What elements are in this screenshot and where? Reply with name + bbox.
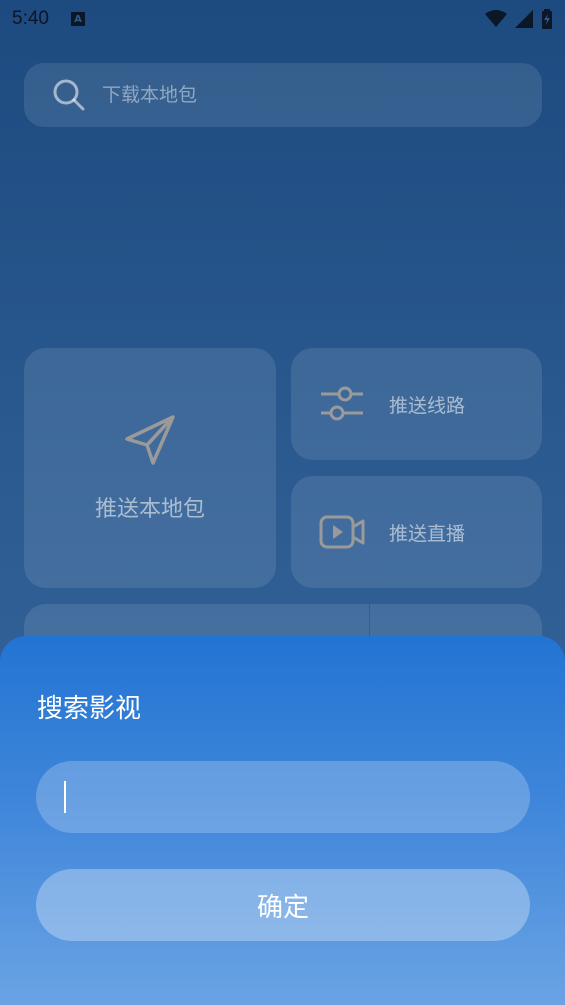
search-bar[interactable] [24,63,542,127]
status-bar: 5:40 A [0,0,565,38]
search-movie-input[interactable] [36,761,530,833]
push-live-label: 推送直播 [389,522,466,545]
push-local-package-label: 推送本地包 [94,497,205,522]
send-icon [125,415,175,465]
push-route-tile[interactable]: 推送线路 [291,348,542,460]
status-time: 5:40 [12,8,49,29]
dialog-title: 搜索影视 [37,694,142,724]
push-route-label: 推送线路 [389,394,466,417]
signal-icon [515,10,533,28]
sliders-icon [321,386,363,421]
wifi-icon [485,10,507,27]
video-camera-icon [319,515,365,549]
search-input[interactable] [102,84,482,106]
text-cursor [64,781,66,813]
push-local-package-tile[interactable]: 推送本地包 [24,348,276,588]
confirm-button[interactable]: 确定 [36,869,530,941]
notification-icon: A [70,12,85,26]
push-live-tile[interactable]: 推送直播 [291,476,542,588]
search-dialog-sheet: 搜索影视 确定 [0,636,565,1005]
battery-icon [542,9,552,29]
status-icons [485,9,553,29]
search-icon [53,79,85,111]
